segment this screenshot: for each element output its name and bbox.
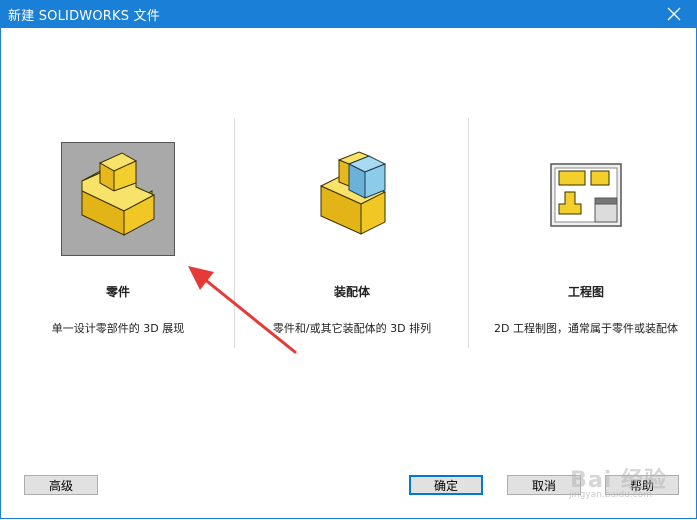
option-drawing[interactable]: 工程图 2D 工程制图，通常属于零件或装配体: [470, 140, 697, 350]
window-title: 新建 SOLIDWORKS 文件: [8, 9, 160, 24]
option-part-description: 单一设计零部件的 3D 展现: [51, 322, 185, 335]
assembly-icon-box: [295, 142, 409, 256]
option-part[interactable]: 零件 单一设计零部件的 3D 展现: [2, 140, 234, 350]
advanced-button[interactable]: 高级: [24, 475, 98, 495]
divider-1: [234, 118, 235, 348]
close-icon: [667, 7, 681, 21]
assembly-icon: [319, 151, 387, 235]
option-assembly-label: 装配体: [333, 285, 370, 299]
watermark-url: jingyan.baidu.com: [568, 490, 652, 500]
drawing-icon: [550, 163, 622, 227]
part-icon-box: [61, 142, 175, 256]
drawing-icon-box: [529, 142, 643, 256]
title-bar: 新建 SOLIDWORKS 文件: [0, 0, 697, 28]
option-drawing-description: 2D 工程制图，通常属于零件或装配体: [494, 322, 678, 335]
option-assembly-description: 零件和/或其它装配体的 3D 排列: [272, 322, 432, 335]
option-assembly[interactable]: 装配体 零件和/或其它装配体的 3D 排列: [236, 140, 468, 350]
close-button[interactable]: [651, 0, 697, 28]
option-part-label: 零件: [105, 285, 130, 299]
option-drawing-label: 工程图: [567, 285, 604, 299]
divider-2: [468, 118, 469, 348]
ok-button[interactable]: 确定: [409, 475, 483, 495]
part-icon: [81, 152, 156, 236]
